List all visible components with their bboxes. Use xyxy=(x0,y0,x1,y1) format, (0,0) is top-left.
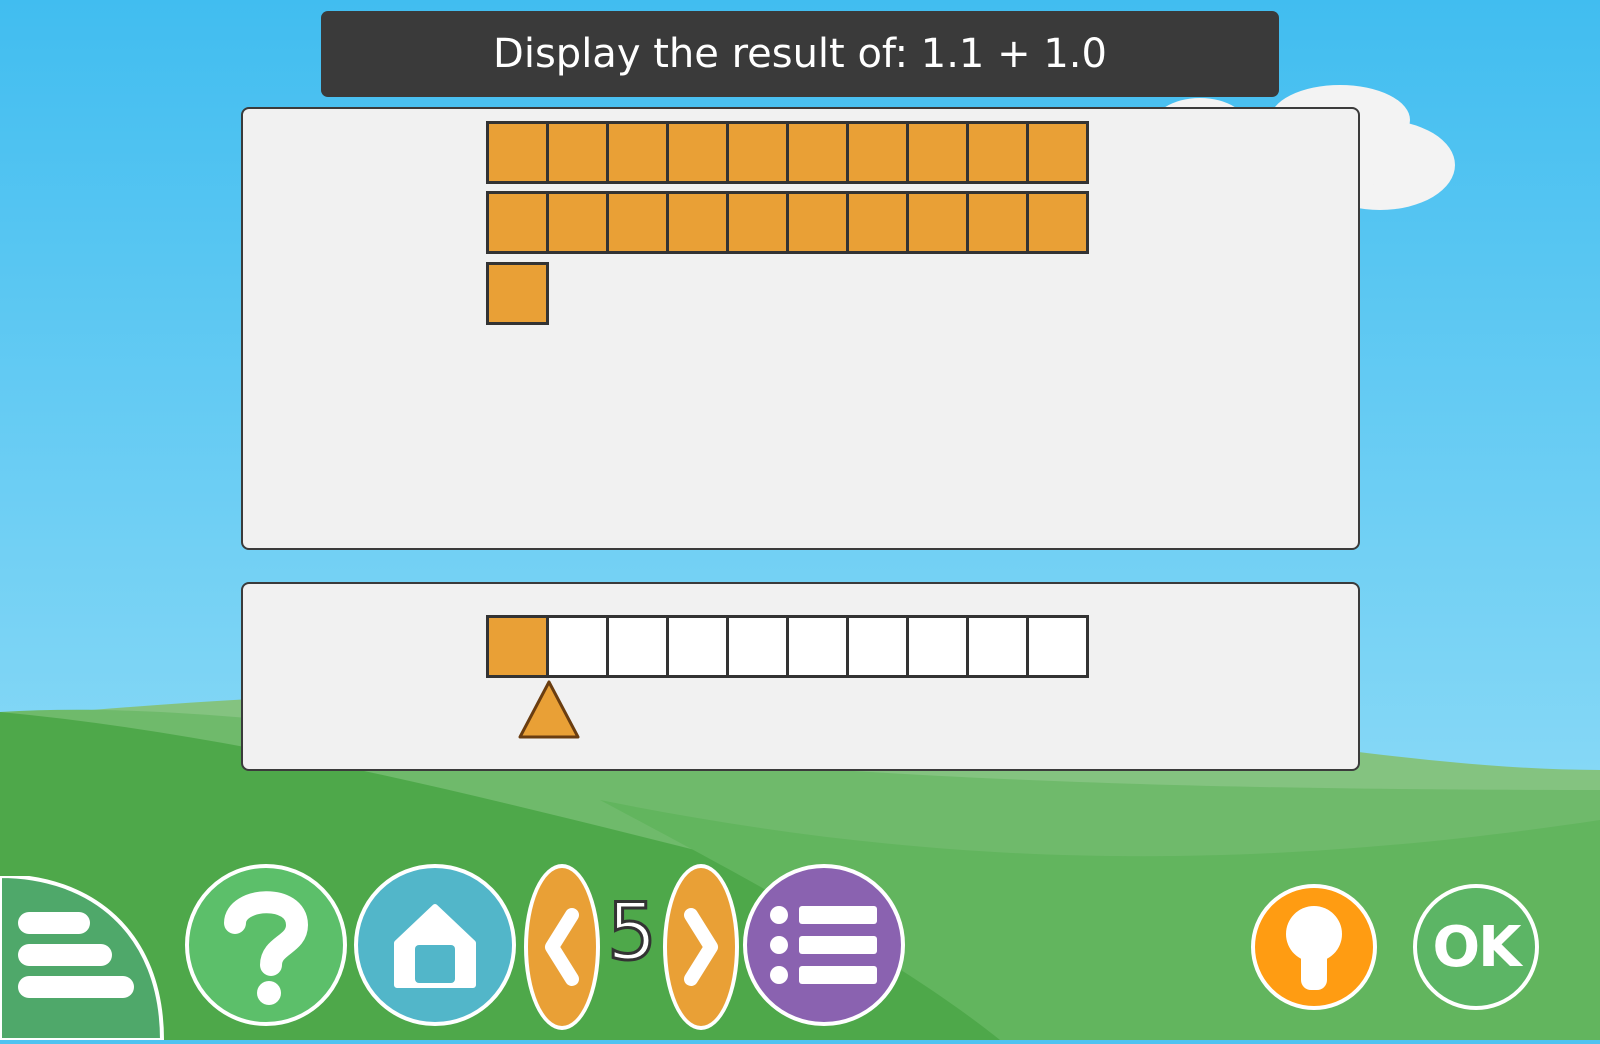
workspace-panel[interactable] xyxy=(241,107,1360,550)
block-square[interactable] xyxy=(786,121,849,184)
block-square[interactable] xyxy=(906,121,969,184)
block-square[interactable] xyxy=(1026,121,1089,184)
tenths-bar-cell[interactable] xyxy=(966,615,1029,678)
block-square[interactable] xyxy=(666,121,729,184)
next-button[interactable] xyxy=(663,864,739,1030)
block-square[interactable] xyxy=(606,121,669,184)
chevron-left-icon xyxy=(545,908,579,986)
home-icon xyxy=(394,904,476,988)
block-square[interactable] xyxy=(546,191,609,254)
block-square[interactable] xyxy=(846,121,909,184)
list-button[interactable] xyxy=(743,864,905,1026)
block-square[interactable] xyxy=(726,121,789,184)
menu-button[interactable] xyxy=(0,873,165,1042)
tenths-bar-cell[interactable] xyxy=(1026,615,1089,678)
tenths-bar-panel xyxy=(241,582,1360,771)
block-square[interactable] xyxy=(726,191,789,254)
home-button[interactable] xyxy=(354,864,516,1026)
block-row-ones xyxy=(486,191,1089,254)
tenths-bar-cell[interactable] xyxy=(606,615,669,678)
tenths-bar-cell[interactable] xyxy=(846,615,909,678)
block-square[interactable] xyxy=(666,191,729,254)
block-square[interactable] xyxy=(786,191,849,254)
block-row-ones xyxy=(486,121,1089,184)
block-square[interactable] xyxy=(486,191,549,254)
hint-button[interactable] xyxy=(1251,884,1377,1010)
tenths-bar[interactable] xyxy=(486,615,1089,678)
list-icon xyxy=(770,906,877,984)
tenths-bar-cell[interactable] xyxy=(906,615,969,678)
tenths-slider-handle[interactable] xyxy=(517,679,581,741)
block-square[interactable] xyxy=(1026,191,1089,254)
question-icon xyxy=(224,891,309,1005)
tenths-bar-cell[interactable] xyxy=(666,615,729,678)
keyhole-icon xyxy=(1286,906,1342,990)
tenths-bar-cell[interactable] xyxy=(546,615,609,678)
tenths-bar-cell[interactable] xyxy=(486,615,549,678)
block-square[interactable] xyxy=(966,121,1029,184)
block-square[interactable] xyxy=(966,191,1029,254)
block-row-tenths xyxy=(486,262,549,325)
block-square[interactable] xyxy=(486,121,549,184)
block-square[interactable] xyxy=(546,121,609,184)
ok-label: OK xyxy=(1432,914,1522,980)
ok-button[interactable]: OK xyxy=(1413,884,1539,1010)
tenths-bar-cell[interactable] xyxy=(726,615,789,678)
tenths-bar-cell[interactable] xyxy=(786,615,849,678)
prompt-text: Display the result of: 1.1 + 1.0 xyxy=(493,31,1107,77)
prompt-banner: Display the result of: 1.1 + 1.0 xyxy=(321,11,1279,97)
page-number: 5 xyxy=(606,888,659,978)
block-square[interactable] xyxy=(606,191,669,254)
help-button[interactable] xyxy=(185,864,347,1026)
block-square[interactable] xyxy=(846,191,909,254)
previous-button[interactable] xyxy=(524,864,600,1030)
block-square[interactable] xyxy=(486,262,549,325)
chevron-right-icon xyxy=(684,908,718,986)
block-square[interactable] xyxy=(906,191,969,254)
